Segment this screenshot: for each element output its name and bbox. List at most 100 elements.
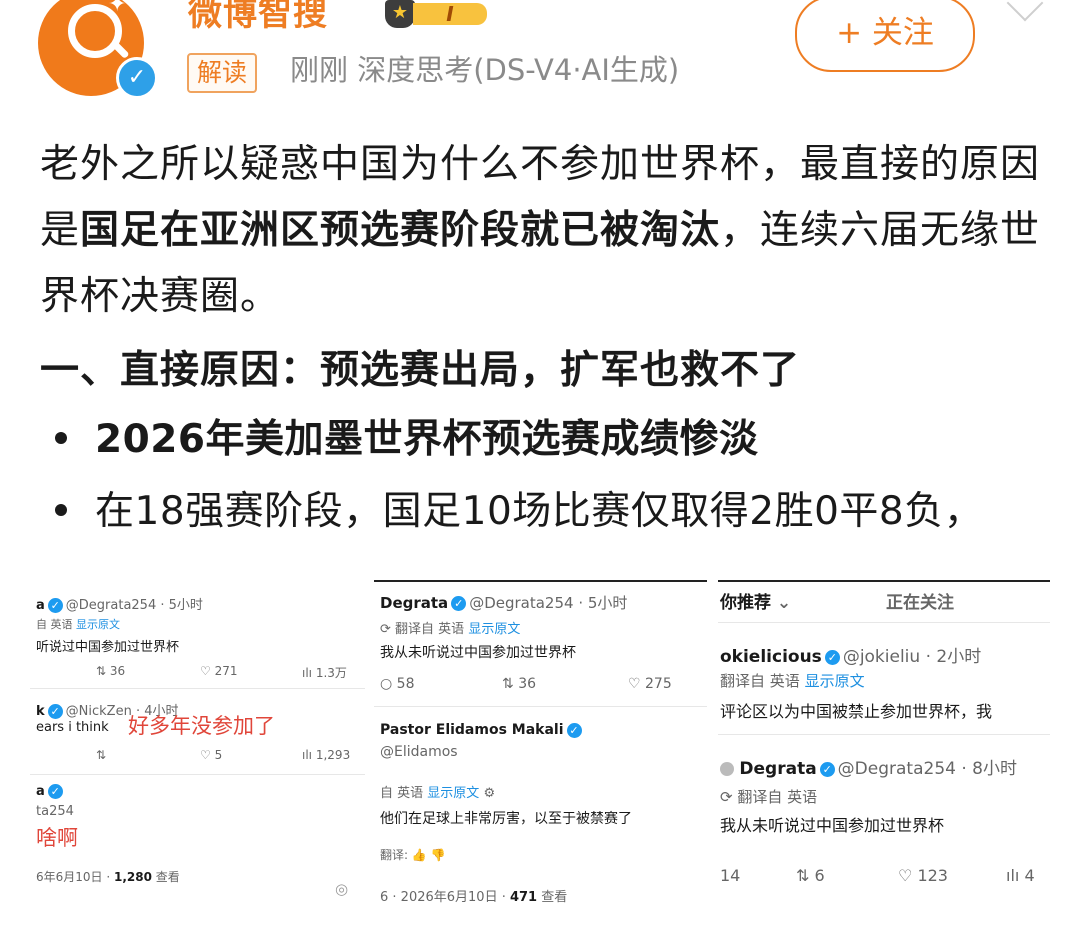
heart-icon: ♡ <box>628 676 641 692</box>
translate-icon: ⟳ <box>380 622 391 637</box>
tweet-handle: @Degrata254 · 8小时 <box>837 759 1017 779</box>
tweet-text: 我从未听说过中国参加过世界杯 <box>720 816 945 835</box>
verified-icon: ✓ <box>116 57 158 99</box>
thumbs-up-icon[interactable]: 👍 <box>412 848 427 862</box>
view-value: 4 <box>1024 866 1035 885</box>
tab-for-you[interactable]: 你推荐 ⌄ <box>720 588 791 613</box>
view-count[interactable]: ılı 1,293 <box>302 748 350 762</box>
tweet-author: okielicious <box>720 647 822 667</box>
translate-row: 翻译自 英语 显示原文 <box>720 670 865 691</box>
like-value: 271 <box>214 664 238 678</box>
embedded-screenshot-1[interactable]: a ✓ @Degrata254 · 5小时 自 英语 显示原文 听说过中国参加过世界… <box>30 586 365 896</box>
divider <box>374 706 707 707</box>
divider <box>718 734 1050 735</box>
red-annotation: 好多年没参加了 <box>128 714 275 738</box>
retweet-value: 36 <box>518 676 537 692</box>
view-count[interactable]: ılı 4 <box>1006 866 1035 885</box>
tweet-author: k <box>36 704 45 719</box>
tweet-header: Degrata ✓ @Degrata254 · 5小时 <box>380 592 627 613</box>
translate-row: 自 英语 显示原文 <box>36 616 120 632</box>
avatar[interactable] <box>720 762 734 776</box>
views-number: 1,280 <box>113 870 152 884</box>
reply-handle: @Elidamos <box>380 744 458 760</box>
reply-count[interactable]: 14 <box>720 866 740 885</box>
retweet-value: 36 <box>109 664 126 678</box>
translate-label: 翻译自 英语 <box>395 622 465 637</box>
views-label: 查看 <box>151 870 180 884</box>
tweet-header: Degrata ✓ @Degrata254 · 8小时 <box>720 754 1017 779</box>
like-count[interactable]: ♡ 271 <box>200 664 238 678</box>
tweet-handle: @Degrata254 · 5小时 <box>65 598 203 613</box>
level-badge: ★ I <box>385 0 489 28</box>
like-count[interactable]: ♡ 123 <box>898 866 948 885</box>
verified-icon: ✓ <box>47 784 63 799</box>
like-value: 275 <box>645 676 672 692</box>
bullet-text: 2026年美加墨世界杯预选赛成绩惨淡 <box>95 417 759 462</box>
like-count[interactable]: ♡ 5 <box>200 748 222 762</box>
retweet-icon[interactable]: ⇅ <box>96 748 106 762</box>
rate-translation-row: 翻译: 👍 👎 <box>380 846 446 863</box>
follow-button[interactable]: + 关注 <box>795 0 975 72</box>
retweet-count[interactable]: ⇅ 36 <box>502 676 536 692</box>
divider <box>30 774 365 775</box>
view-value: 1.3万 <box>315 666 347 680</box>
sparkle-icon: ✦ <box>108 0 127 17</box>
bullet-text: 在18强赛阶段，国足10场比赛仅取得2胜0平8负， <box>95 489 984 534</box>
tweet-footer: 6年6月10日 · 1,280 查看 <box>36 868 180 885</box>
verified-icon: ✓ <box>819 761 835 777</box>
bullet-dot <box>55 503 67 516</box>
bar-chart-icon: ılı <box>302 666 313 680</box>
show-original-link[interactable]: 显示原文 <box>468 622 520 637</box>
rate-translation-label: 翻译: <box>380 848 409 862</box>
level-number: I <box>413 3 487 25</box>
reply-header: Pastor Elidamos Makali ✓ <box>380 722 585 738</box>
view-count[interactable]: ılı 1.3万 <box>302 664 347 681</box>
tweet-handle: ta254 <box>36 804 74 819</box>
tweet-author: Degrata <box>380 594 449 612</box>
heart-icon: ♡ <box>898 866 913 885</box>
views-label: 查看 <box>537 890 568 905</box>
retweet-icon: ⇅ <box>96 664 107 678</box>
translate-label: 翻译自 英语 <box>737 788 818 806</box>
embedded-screenshot-2[interactable]: Degrata ✓ @Degrata254 · 5小时 ⟳ 翻译自 英语 显示原文 … <box>374 580 707 912</box>
star-shield-icon: ★ <box>385 0 415 28</box>
tweet-author: a <box>36 598 45 613</box>
tweet-text: 评论区以为中国被禁止参加世界杯，我 <box>720 702 993 721</box>
settings-icon[interactable]: ⚙ <box>483 786 495 801</box>
bullet-item: 2026年美加墨世界杯预选赛成绩惨淡 <box>55 412 759 468</box>
retweet-count[interactable]: ⇅ 6 <box>796 866 825 885</box>
translate-row: ⟳ 翻译自 英语 <box>720 786 817 807</box>
like-count[interactable]: ♡ 275 <box>628 676 672 692</box>
embedded-screenshot-3[interactable]: 你推荐 ⌄ 正在关注 okielicious ✓ @jokieliu · 2小时 翻… <box>718 580 1050 917</box>
reply-author: Pastor Elidamos Makali <box>380 722 564 738</box>
weibo-watermark-icon: ◎ <box>335 880 349 898</box>
show-original-link[interactable]: 显示原文 <box>76 618 120 631</box>
chevron-down-icon[interactable] <box>1006 0 1044 22</box>
retweet-count[interactable]: ⇅ 36 <box>96 664 125 678</box>
tweet-header: a ✓ <box>36 784 66 799</box>
post-meta: 刚刚 深度思考(DS-V4·AI生成) <box>290 53 680 87</box>
tab-following[interactable]: 正在关注 <box>886 588 954 613</box>
bar-chart-icon: ılı <box>1006 866 1020 885</box>
view-value: 1,293 <box>315 748 351 762</box>
reply-count[interactable]: ○ 58 <box>380 676 415 692</box>
heart-icon: ♡ <box>200 664 211 678</box>
tweet-date: 6 · 2026年6月10日 · <box>380 890 510 905</box>
retweet-icon: ⇅ <box>502 676 514 692</box>
comment-icon: ○ <box>380 676 393 692</box>
bullet-item: 在18强赛阶段，国足10场比赛仅取得2胜0平8负， <box>55 484 983 540</box>
tweet-handle: @Degrata254 · 5小时 <box>469 594 628 612</box>
tweet-footer: 6 · 2026年6月10日 · 471 查看 <box>380 886 567 905</box>
thumbs-down-icon[interactable]: 👎 <box>431 848 446 862</box>
username[interactable]: 微博智搜 <box>188 0 328 35</box>
show-original-link[interactable]: 显示原文 <box>427 786 479 801</box>
translate-label: 翻译自 英语 <box>720 672 800 690</box>
tab-label: 你推荐 <box>720 593 771 613</box>
tweet-text: 我从未听说过中国参加过世界杯 <box>380 645 576 661</box>
tweet-text: ears i think <box>36 720 109 735</box>
views-number: 471 <box>509 890 538 905</box>
section-heading: 一、直接原因：预选赛出局，扩军也救不了 <box>40 348 801 393</box>
tweet-header: okielicious ✓ @jokieliu · 2小时 <box>720 642 981 667</box>
divider <box>718 622 1050 623</box>
show-original-link[interactable]: 显示原文 <box>805 672 865 690</box>
